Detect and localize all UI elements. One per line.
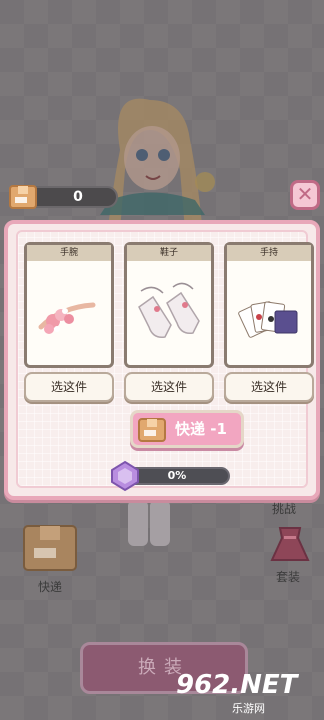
dialog-panel: 手腕 鞋子 手持 选这件 选这件 选这件 快递 -1 0% bbox=[16, 230, 314, 492]
watermark-logo: 962.NET 乐游网 bbox=[166, 664, 324, 720]
parcel-box-icon bbox=[138, 418, 166, 442]
outfit-shortcut-label: 套装 bbox=[276, 570, 301, 584]
challenge-shortcut-label: 挑战 bbox=[272, 502, 297, 516]
item-card-title: 鞋子 bbox=[127, 245, 211, 261]
item-card-shoes[interactable]: 鞋子 bbox=[124, 242, 214, 368]
progress-value: 0% bbox=[167, 469, 187, 482]
dress-icon[interactable] bbox=[268, 524, 312, 564]
progress-indicator: 0% bbox=[110, 460, 230, 492]
shoes-icon bbox=[138, 282, 200, 339]
item-card-wrist[interactable]: 手腕 bbox=[24, 242, 114, 368]
watermark-brand: 962.NET bbox=[176, 670, 298, 700]
bracelet-icon bbox=[38, 302, 96, 334]
gem-icon bbox=[111, 460, 139, 492]
select-item-dialog: 手腕 鞋子 手持 选这件 选这件 选这件 快递 -1 0% bbox=[4, 220, 320, 500]
express-shortcut-icon[interactable] bbox=[22, 522, 78, 574]
cards-icon bbox=[238, 301, 298, 338]
close-button[interactable]: ✕ bbox=[290, 180, 320, 210]
box-count: 0 bbox=[73, 189, 83, 205]
choose-wrist-button[interactable]: 选这件 bbox=[24, 372, 114, 402]
parcel-box-icon bbox=[9, 185, 37, 209]
item-card-title: 手持 bbox=[227, 245, 311, 261]
express-button-label: 快递 -1 bbox=[175, 420, 227, 438]
choose-handheld-button[interactable]: 选这件 bbox=[224, 372, 314, 402]
item-card-handheld[interactable]: 手持 bbox=[224, 242, 314, 368]
item-card-title: 手腕 bbox=[27, 245, 111, 261]
express-button[interactable]: 快递 -1 bbox=[130, 410, 244, 448]
express-shortcut-label: 快递 bbox=[38, 580, 63, 594]
watermark-sub: 乐游网 bbox=[232, 702, 265, 715]
box-counter: 0 bbox=[8, 182, 120, 210]
choose-shoes-button[interactable]: 选这件 bbox=[124, 372, 214, 402]
